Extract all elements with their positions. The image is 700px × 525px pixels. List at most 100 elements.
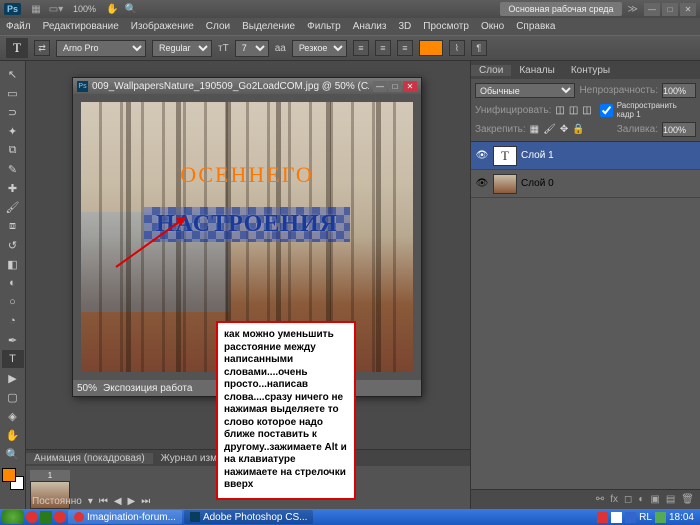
menu-edit[interactable]: Редактирование: [43, 21, 119, 32]
layer-row-1[interactable]: 👁 T Слой 1: [471, 142, 700, 170]
menu-help[interactable]: Справка: [516, 21, 555, 32]
dodge-tool[interactable]: ◔: [2, 312, 24, 330]
hand-tool[interactable]: ✋: [2, 426, 24, 444]
gradient-tool[interactable]: ◐: [2, 274, 24, 292]
tray-icon[interactable]: [655, 512, 666, 523]
document-titlebar[interactable]: Ps 009_WallpapersNature_190509_Go2LoadCO…: [73, 78, 421, 94]
lock-pos-icon[interactable]: ✥: [560, 124, 568, 135]
lock-all-icon[interactable]: 🔒: [572, 124, 584, 135]
workspace-more-icon[interactable]: ≫: [628, 4, 638, 15]
bridge-icon[interactable]: ▦: [29, 2, 43, 16]
menu-file[interactable]: Файл: [6, 21, 31, 32]
eyedropper-tool[interactable]: ✎: [2, 160, 24, 178]
align-left-icon[interactable]: ≡: [353, 40, 369, 56]
text-color-swatch[interactable]: [419, 40, 443, 56]
anim-play-icon[interactable]: ▶: [126, 496, 138, 507]
layer-mask-icon[interactable]: ◻: [624, 494, 632, 505]
crop-tool[interactable]: ⧉: [2, 141, 24, 159]
lock-trans-icon[interactable]: ▦: [530, 124, 539, 135]
loop-select[interactable]: Постоянно: [30, 496, 84, 507]
taskbar-item-forum[interactable]: Imagination-forum...: [68, 510, 182, 524]
maximize-button[interactable]: □: [662, 3, 678, 16]
workspace-button[interactable]: Основная рабочая среда: [500, 2, 621, 16]
menu-select[interactable]: Выделение: [242, 21, 295, 32]
tray-icon[interactable]: [625, 512, 636, 523]
menu-image[interactable]: Изображение: [131, 21, 194, 32]
hand-icon[interactable]: ✋: [106, 4, 118, 15]
align-center-icon[interactable]: ≡: [375, 40, 391, 56]
layout-icon[interactable]: ▭▾: [49, 2, 63, 16]
zoom-icon[interactable]: 🔍: [125, 4, 137, 15]
zoom-display[interactable]: 100%: [73, 4, 96, 14]
tray-icon[interactable]: [597, 512, 608, 523]
layer-style-icon[interactable]: fx: [610, 494, 618, 505]
opacity-input[interactable]: [662, 83, 696, 98]
minimize-button[interactable]: —: [644, 3, 660, 16]
font-weight-select[interactable]: Regular: [152, 40, 212, 57]
antialias-select[interactable]: Резкое: [292, 40, 347, 57]
unify-style-icon[interactable]: ◫: [582, 105, 591, 116]
opera-icon[interactable]: [26, 511, 38, 523]
menu-window[interactable]: Окно: [481, 21, 504, 32]
spread-checkbox[interactable]: [600, 103, 613, 118]
group-icon[interactable]: ▣: [650, 494, 659, 505]
warp-text-icon[interactable]: ⌇: [449, 40, 465, 56]
unify-vis-icon[interactable]: ◫: [569, 105, 578, 116]
history-brush-tool[interactable]: ↺: [2, 236, 24, 254]
taskbar-item-photoshop[interactable]: Adobe Photoshop CS...: [184, 510, 314, 524]
marquee-tool[interactable]: ▭: [2, 84, 24, 102]
adjustment-icon[interactable]: ◐: [638, 494, 644, 505]
link-layers-icon[interactable]: ⚯: [596, 494, 604, 505]
eraser-tool[interactable]: ◧: [2, 255, 24, 273]
menu-view[interactable]: Просмотр: [423, 21, 469, 32]
delete-layer-icon[interactable]: 🗑: [681, 494, 694, 505]
tray-icon[interactable]: [611, 512, 622, 523]
tab-animation[interactable]: Анимация (покадровая): [26, 453, 153, 464]
path-select-tool[interactable]: ▶: [2, 369, 24, 387]
layer-name[interactable]: Слой 1: [521, 150, 554, 161]
heal-tool[interactable]: ✚: [2, 179, 24, 197]
anim-first-icon[interactable]: ⏮: [97, 496, 110, 507]
shape-tool[interactable]: ▢: [2, 388, 24, 406]
blend-mode-select[interactable]: Обычные: [475, 83, 575, 98]
tab-layers[interactable]: Слои: [471, 65, 511, 76]
move-tool[interactable]: ↖: [2, 65, 24, 83]
font-size-select[interactable]: 7: [235, 40, 269, 57]
active-tool-indicator[interactable]: T: [6, 38, 28, 58]
layer-name[interactable]: Слой 0: [521, 178, 554, 189]
unify-pos-icon[interactable]: ◫: [555, 105, 564, 116]
align-right-icon[interactable]: ≡: [397, 40, 413, 56]
app-icon[interactable]: [40, 511, 52, 523]
font-family-select[interactable]: Arno Pro: [56, 40, 146, 57]
type-tool[interactable]: T: [2, 350, 24, 368]
stamp-tool[interactable]: ⧈: [2, 217, 24, 235]
pen-tool[interactable]: ✒: [2, 331, 24, 349]
menu-3d[interactable]: 3D: [398, 21, 411, 32]
layer-row-0[interactable]: 👁 Слой 0: [471, 170, 700, 198]
visibility-icon[interactable]: 👁: [475, 150, 489, 161]
system-tray[interactable]: RL 18:04: [593, 512, 698, 523]
menu-analysis[interactable]: Анализ: [353, 21, 387, 32]
3d-tool[interactable]: ◈: [2, 407, 24, 425]
text-layer-1[interactable]: ОСЕННЕГО: [180, 162, 314, 188]
clock[interactable]: 18:04: [669, 512, 694, 523]
new-layer-icon[interactable]: ▤: [666, 494, 675, 505]
status-info[interactable]: Экспозиция работа: [103, 383, 192, 394]
text-layer-2-selection[interactable]: НАСТРОЕНИЯ: [144, 207, 350, 242]
color-picker[interactable]: [2, 468, 24, 490]
fill-input[interactable]: [662, 122, 696, 137]
doc-minimize-button[interactable]: —: [373, 81, 387, 92]
menu-layer[interactable]: Слои: [206, 21, 230, 32]
menu-filter[interactable]: Фильтр: [307, 21, 341, 32]
blur-tool[interactable]: ○: [2, 293, 24, 311]
start-button[interactable]: [2, 510, 24, 524]
visibility-icon[interactable]: 👁: [475, 178, 489, 189]
tab-channels[interactable]: Каналы: [511, 65, 563, 76]
tab-paths[interactable]: Контуры: [563, 65, 618, 76]
wand-tool[interactable]: ✦: [2, 122, 24, 140]
orientation-icon[interactable]: ⇄: [34, 40, 50, 56]
brush-tool[interactable]: 🖌: [2, 198, 24, 216]
lasso-tool[interactable]: ⊃: [2, 103, 24, 121]
doc-close-button[interactable]: ✕: [403, 81, 417, 92]
anim-next-icon[interactable]: ⏭: [139, 496, 152, 507]
